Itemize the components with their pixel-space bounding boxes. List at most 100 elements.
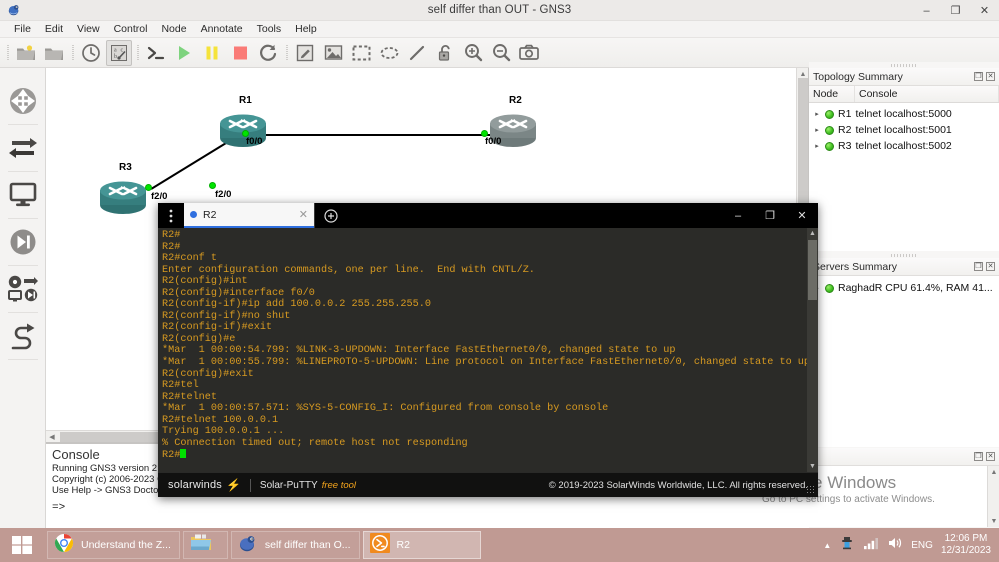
column-header-node[interactable]: Node — [809, 86, 855, 102]
stop-all-icon[interactable] — [227, 40, 253, 66]
expander-icon[interactable]: ▸ — [813, 142, 821, 150]
close-panel-button[interactable]: ✕ — [986, 452, 995, 461]
close-tab-icon[interactable]: ✕ — [299, 208, 308, 221]
menu-file[interactable]: File — [7, 21, 38, 37]
terminal-scroll-thumb[interactable] — [808, 240, 817, 300]
new-tab-plus-icon[interactable] — [314, 203, 346, 228]
putty-tab-r2[interactable]: R2 ✕ — [184, 203, 314, 228]
putty-minimize-button[interactable]: – — [722, 203, 754, 228]
server-status-text: RaghadR CPU 61.4%, RAM 41... — [838, 282, 993, 294]
draw-rectangle-icon[interactable] — [348, 40, 374, 66]
console-all-icon[interactable] — [143, 40, 169, 66]
language-indicator[interactable]: ENG — [911, 540, 933, 551]
putty-status-bar: solarwinds ⚡ Solar-PuTTY free tool © 201… — [158, 472, 818, 497]
putty-tab-bar: R2 ✕ – ❐ ✕ — [158, 203, 818, 228]
link-r1-r2[interactable] — [246, 134, 498, 136]
table-row[interactable]: ▸ R1 telnet localhost:5000 — [809, 106, 999, 122]
draw-line-icon[interactable] — [404, 40, 430, 66]
close-panel-button[interactable]: ✕ — [986, 72, 995, 81]
scroll-left-icon[interactable]: ◀ — [46, 431, 58, 442]
terminal-line: % Connection timed out; remote host not … — [162, 437, 468, 449]
volume-icon[interactable] — [887, 536, 903, 555]
table-row[interactable]: ▸ R2 telnet localhost:5001 — [809, 122, 999, 138]
browse-end-devices-icon[interactable] — [3, 172, 43, 218]
system-tray: ▲ ENG 12:06 PM 12/31/2023 — [823, 533, 999, 557]
open-project-icon[interactable] — [41, 40, 67, 66]
title-bar: self differ than OUT - GNS3 – ❐ ✕ — [0, 0, 999, 21]
taskbar-button-solar-putty[interactable]: R2 — [362, 531, 481, 559]
expander-icon[interactable]: ▸ — [813, 126, 821, 134]
iface-label-r3-f2-0: f2/0 — [151, 191, 168, 202]
float-button[interactable]: ❐ — [974, 262, 983, 271]
taskbar-button-gns3[interactable]: self differ than O... — [230, 531, 360, 559]
scroll-down-icon[interactable]: ▼ — [988, 515, 999, 527]
menu-control[interactable]: Control — [107, 21, 155, 37]
start-all-icon[interactable] — [171, 40, 197, 66]
column-header-console[interactable]: Console — [855, 86, 999, 102]
list-item[interactable]: ▸ RaghadR CPU 61.4%, RAM 41... — [809, 280, 999, 296]
terminal-output[interactable]: R2# R2# R2#conf t Enter configuration co… — [158, 228, 818, 472]
tray-app-icon[interactable] — [839, 535, 855, 556]
taskbar-button-file-explorer[interactable] — [182, 531, 228, 559]
menu-edit[interactable]: Edit — [38, 21, 70, 37]
network-signal-icon[interactable] — [863, 536, 879, 555]
screenshot-editor-icon[interactable]: a c b — [106, 39, 132, 66]
menu-help[interactable]: Help — [288, 21, 324, 37]
node-r2[interactable]: R2 — [487, 95, 539, 156]
menu-tools[interactable]: Tools — [250, 21, 289, 37]
expander-icon[interactable]: ▸ — [813, 110, 821, 118]
maximize-button[interactable]: ❐ — [941, 0, 970, 21]
toolbar-separator — [283, 43, 290, 63]
device-toolbar — [0, 68, 46, 528]
putty-close-button[interactable]: ✕ — [786, 203, 818, 228]
scroll-down-icon[interactable]: ▼ — [807, 461, 818, 472]
close-button[interactable]: ✕ — [970, 0, 999, 21]
add-link-icon[interactable] — [3, 313, 43, 359]
link-endpoint-r3-f2-0[interactable] — [145, 184, 152, 191]
recent-projects-icon[interactable] — [78, 40, 104, 66]
taskbar-button-chrome[interactable]: Understand the Z... — [47, 531, 180, 559]
terminal-scrollbar[interactable]: ▲ ▼ — [807, 228, 818, 472]
show-hidden-icons-icon[interactable]: ▲ — [823, 541, 831, 550]
terminal-line: R2(config)#exit — [162, 368, 254, 380]
float-button[interactable]: ❐ — [974, 452, 983, 461]
browse-switches-icon[interactable] — [3, 125, 43, 171]
pause-all-icon[interactable] — [199, 40, 225, 66]
menu-annotate[interactable]: Annotate — [194, 21, 250, 37]
terminal-line: *Mar 1 00:00:57.571: %SYS-5-CONFIG_I: Co… — [162, 403, 609, 415]
extra-dock-scrollbar[interactable]: ▲ ▼ — [987, 466, 999, 527]
table-row[interactable]: ▸ R3 telnet localhost:5002 — [809, 138, 999, 154]
console-prompt[interactable]: => — [52, 502, 803, 514]
browse-security-devices-icon[interactable] — [3, 219, 43, 265]
insert-image-icon[interactable] — [320, 40, 346, 66]
close-panel-button[interactable]: ✕ — [986, 262, 995, 271]
zoom-out-icon[interactable] — [488, 40, 514, 66]
putty-maximize-button[interactable]: ❐ — [754, 203, 786, 228]
zoom-in-icon[interactable] — [460, 40, 486, 66]
reload-all-icon[interactable] — [255, 40, 281, 66]
browse-all-devices-icon[interactable] — [3, 266, 43, 312]
menu-node[interactable]: Node — [154, 21, 193, 37]
minimize-button[interactable]: – — [912, 0, 941, 21]
terminal-line: R2(config)#interface f0/0 — [162, 287, 315, 299]
router-r3-icon[interactable] — [97, 178, 149, 218]
take-screenshot-icon[interactable] — [516, 40, 542, 66]
resize-grip[interactable] — [806, 485, 816, 495]
terminal-line: Trying 100.0.0.1 ... — [162, 426, 285, 438]
draw-ellipse-icon[interactable] — [376, 40, 402, 66]
new-project-icon[interactable] — [13, 40, 39, 66]
menu-view[interactable]: View — [70, 21, 107, 37]
add-note-icon[interactable] — [292, 40, 318, 66]
toolbar-divider — [7, 359, 38, 360]
lock-items-icon[interactable] — [432, 40, 458, 66]
scroll-up-icon[interactable]: ▲ — [807, 228, 818, 239]
topology-summary-dock: Topology Summary ❐ ✕ Node Console ▸ R1 t… — [809, 62, 999, 252]
scroll-up-icon[interactable]: ▲ — [988, 466, 999, 478]
node-r3[interactable]: R3 — [97, 162, 149, 223]
float-button[interactable]: ❐ — [974, 72, 983, 81]
kebab-menu-icon[interactable] — [158, 203, 184, 228]
browse-routers-icon[interactable] — [3, 78, 43, 124]
taskbar-clock[interactable]: 12:06 PM 12/31/2023 — [941, 533, 991, 557]
link-endpoint-r1-f2-0[interactable] — [209, 182, 216, 189]
windows-start-icon[interactable] — [0, 528, 44, 562]
